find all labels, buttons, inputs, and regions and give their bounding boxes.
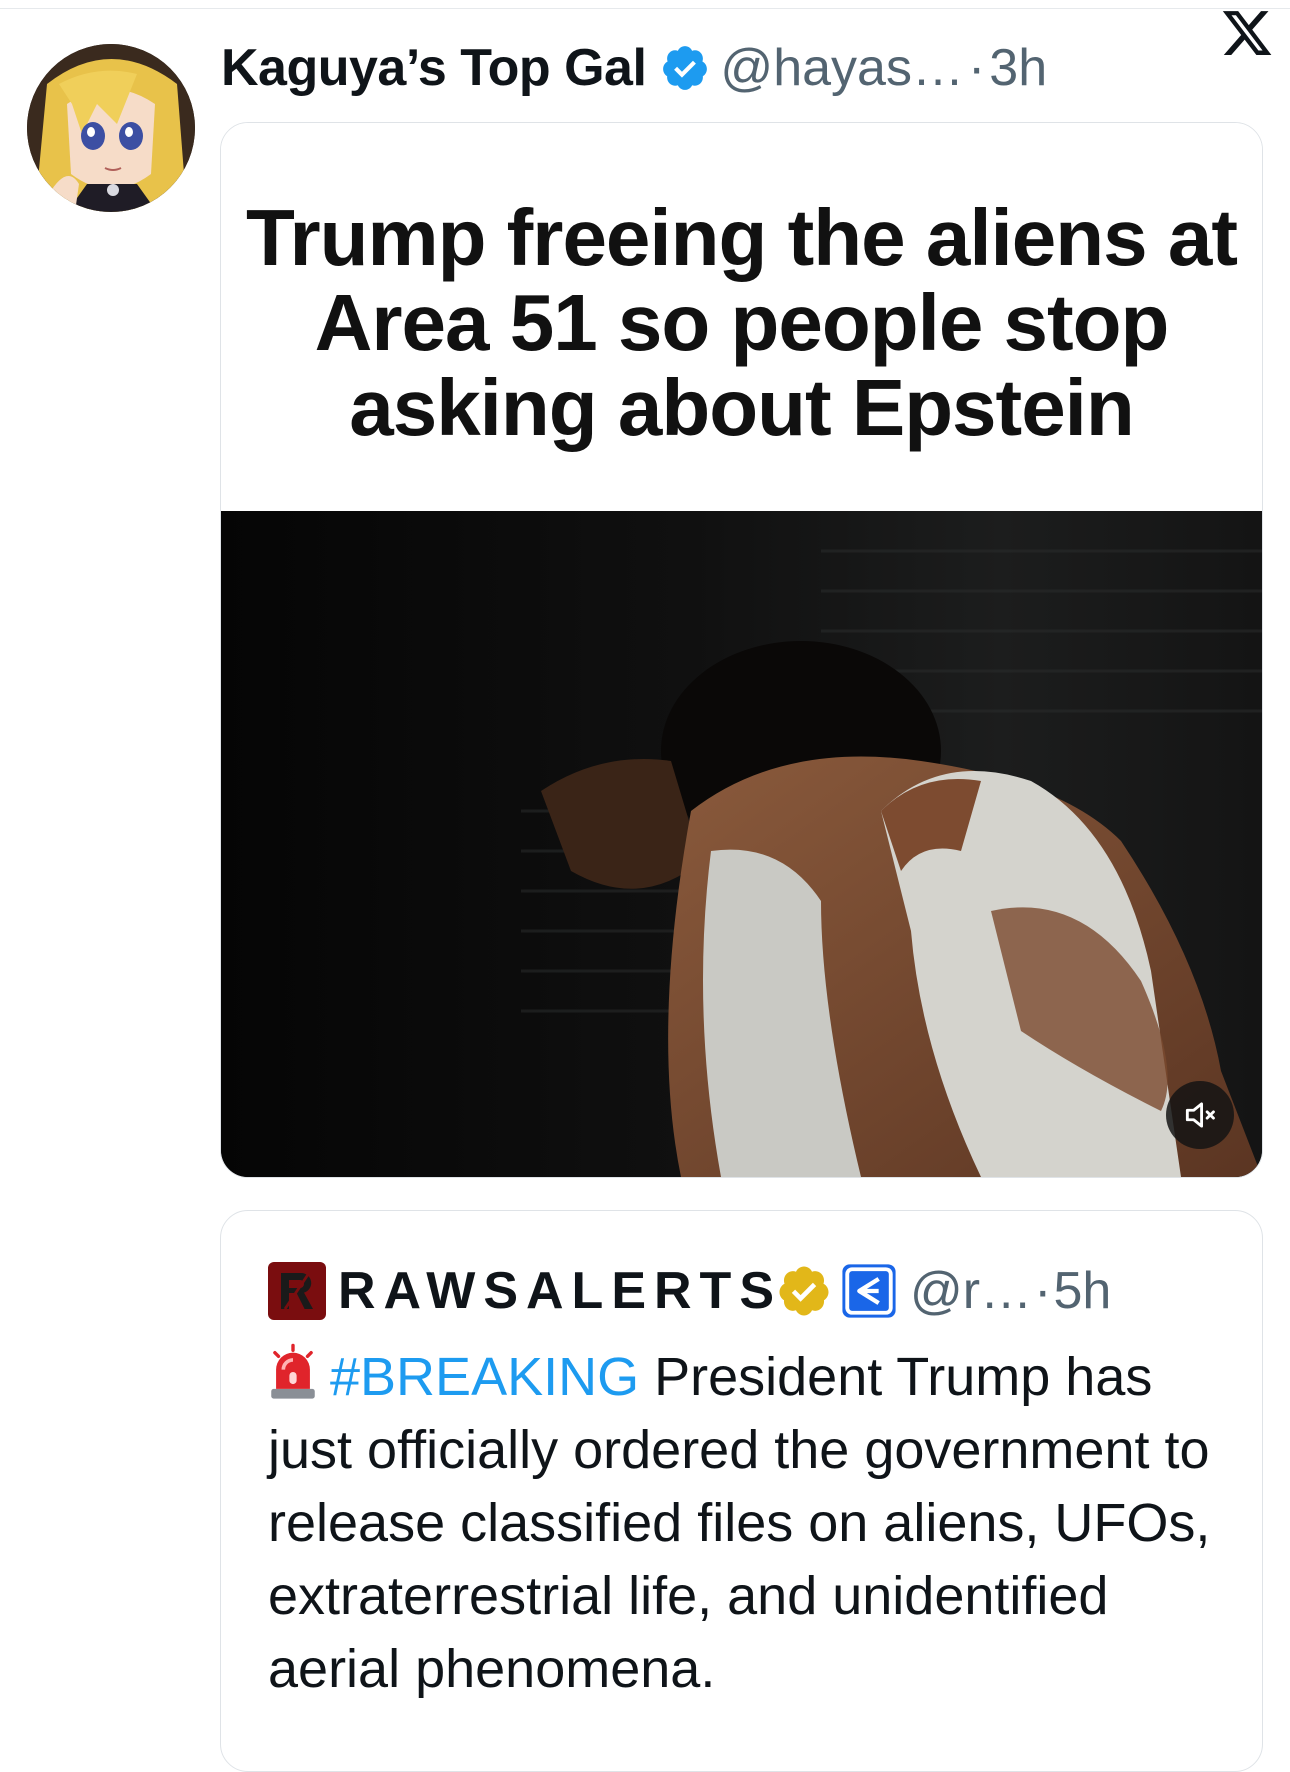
quoted-author-avatar[interactable] [268,1262,326,1320]
video-player[interactable] [221,511,1262,1177]
top-divider [0,0,1290,9]
quoted-tweet-card[interactable]: RAWSALERTS @r… · 5h #BREAKING President … [220,1210,1263,1772]
author-avatar[interactable] [27,44,195,212]
tweet-header: Kaguya’s Top Gal @hayas… · 3h [221,36,1261,100]
media-card[interactable]: Trump freeing the aliens at Area 51 so p… [220,122,1263,1178]
quoted-handle[interactable]: @r… [910,1261,1032,1321]
affiliate-badge-icon[interactable] [840,1262,898,1320]
quoted-post-time[interactable]: 5h [1053,1261,1111,1321]
quoted-display-name[interactable]: RAWSALERTS [338,1261,782,1321]
anime-avatar-image [27,44,195,212]
quoted-tweet-header: RAWSALERTS @r… · 5h [268,1261,1111,1321]
quoted-separator-dot: · [1034,1262,1052,1320]
gold-verified-badge-icon[interactable] [776,1263,832,1319]
rotating-light-icon [271,1343,315,1399]
speaker-muted-icon [1185,1102,1215,1128]
author-handle[interactable]: @hayas… [720,38,964,98]
separator-dot: · [967,39,986,97]
rawsalerts-logo-icon [281,1272,313,1310]
quoted-tweet-text: #BREAKING President Trump has just offic… [268,1341,1248,1706]
meme-caption-area: Trump freeing the aliens at Area 51 so p… [221,123,1262,511]
mute-button[interactable] [1166,1081,1234,1149]
author-display-name[interactable]: Kaguya’s Top Gal [221,38,647,98]
x-logo-icon[interactable] [1220,6,1274,60]
post-time[interactable]: 3h [989,38,1047,98]
meme-caption: Trump freeing the aliens at Area 51 so p… [245,192,1238,452]
verified-badge-icon[interactable] [660,43,710,93]
hashtag-link[interactable]: #BREAKING [330,1347,639,1407]
video-frame-image [221,511,1262,1177]
